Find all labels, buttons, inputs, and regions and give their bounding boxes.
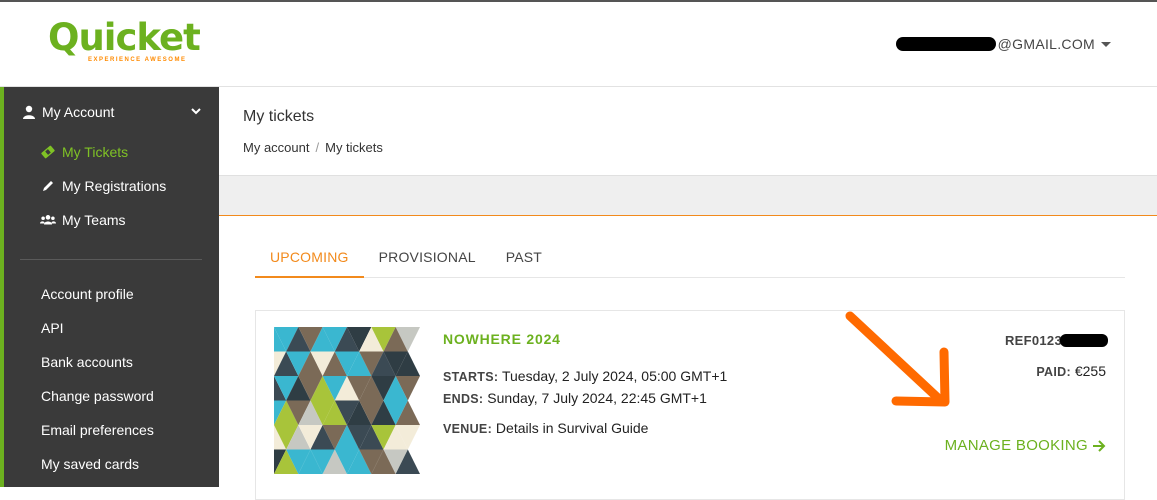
- sidebar-link-my-saved-cards[interactable]: My saved cards: [41, 456, 139, 472]
- redacted-email-part: [895, 37, 996, 51]
- sidebar-item-label: My Registrations: [62, 178, 167, 194]
- paid-label: PAID:: [1036, 365, 1071, 379]
- chevron-down-icon: [191, 108, 201, 115]
- redacted-reference-part: [1060, 334, 1108, 347]
- venue-label: VENUE:: [443, 422, 493, 436]
- sidebar-link-change-password[interactable]: Change password: [41, 388, 154, 404]
- content-band: [219, 175, 1157, 216]
- booking-reference: REF0123: [1005, 333, 1108, 348]
- quicket-logo[interactable]: Quicket EXPERIENCE AWESOME: [48, 16, 201, 70]
- sidebar-section-my-account[interactable]: My Account: [22, 104, 202, 120]
- ticket-icon: [40, 145, 56, 159]
- logo-tagline: EXPERIENCE AWESOME: [88, 57, 187, 63]
- reference-prefix: REF0123: [1004, 333, 1062, 348]
- page-title: My tickets: [243, 108, 315, 125]
- event-thumbnail[interactable]: [274, 327, 420, 474]
- event-ends: ENDS: Sunday, 7 July 2024, 22:45 GMT+1: [443, 390, 707, 406]
- sidebar-item-label: My Tickets: [62, 144, 129, 160]
- ends-label: ENDS:: [443, 392, 484, 406]
- breadcrumb-separator: /: [315, 140, 320, 155]
- event-venue: VENUE: Details in Survival Guide: [443, 420, 648, 436]
- user-account-menu[interactable]: @GMAIL.COM: [895, 36, 1111, 52]
- header: Quicket EXPERIENCE AWESOME @GMAIL.COM: [0, 2, 1157, 87]
- sidebar-link-api[interactable]: API: [41, 320, 64, 336]
- paid-value: €255: [1074, 363, 1106, 379]
- ticket-tabs: UPCOMING PROVISIONAL PAST: [255, 237, 1125, 278]
- tab-upcoming[interactable]: UPCOMING: [255, 237, 364, 278]
- user-email-suffix: @GMAIL.COM: [997, 36, 1095, 52]
- amount-paid: PAID: €255: [1036, 363, 1106, 379]
- sidebar-item-label: My Teams: [62, 212, 126, 228]
- sidebar-link-email-preferences[interactable]: Email preferences: [41, 422, 154, 438]
- event-name[interactable]: NOWHERE 2024: [443, 331, 561, 347]
- caret-down-icon: [1101, 41, 1111, 47]
- user-icon: [23, 105, 35, 119]
- users-icon: [40, 213, 56, 227]
- ends-value: Sunday, 7 July 2024, 22:45 GMT+1: [487, 390, 707, 406]
- event-starts: STARTS: Tuesday, 2 July 2024, 05:00 GMT+…: [443, 368, 727, 384]
- logo-wordmark: Quicket: [48, 16, 201, 59]
- tab-provisional[interactable]: PROVISIONAL: [364, 237, 491, 278]
- breadcrumb-link-my-account[interactable]: My account: [243, 140, 309, 155]
- sidebar-divider: [20, 259, 202, 260]
- sidebar-item-my-tickets[interactable]: My Tickets: [40, 144, 128, 160]
- manage-booking-link[interactable]: MANAGE BOOKING: [945, 437, 1106, 454]
- tab-past[interactable]: PAST: [491, 237, 557, 278]
- breadcrumb: My account / My tickets: [243, 140, 383, 155]
- breadcrumb-current: My tickets: [325, 140, 383, 155]
- starts-label: STARTS:: [443, 370, 499, 384]
- manage-booking-label: MANAGE BOOKING: [944, 437, 1088, 454]
- sidebar-item-my-registrations[interactable]: My Registrations: [40, 178, 166, 194]
- sidebar-link-bank-accounts[interactable]: Bank accounts: [41, 354, 133, 370]
- sidebar-link-account-profile[interactable]: Account profile: [41, 286, 134, 302]
- sidebar-item-my-teams[interactable]: My Teams: [40, 212, 126, 228]
- pencil-icon: [40, 179, 56, 193]
- sidebar: My Account My Tickets My Registrations M…: [0, 87, 219, 487]
- venue-value: Details in Survival Guide: [495, 420, 649, 436]
- booking-card: NOWHERE 2024 STARTS: Tuesday, 2 July 202…: [255, 310, 1125, 500]
- sidebar-section-label: My Account: [42, 104, 115, 120]
- arrow-right-icon: [1093, 439, 1106, 452]
- main-content: My tickets My account / My tickets UPCOM…: [219, 87, 1157, 500]
- starts-value: Tuesday, 2 July 2024, 05:00 GMT+1: [501, 368, 728, 384]
